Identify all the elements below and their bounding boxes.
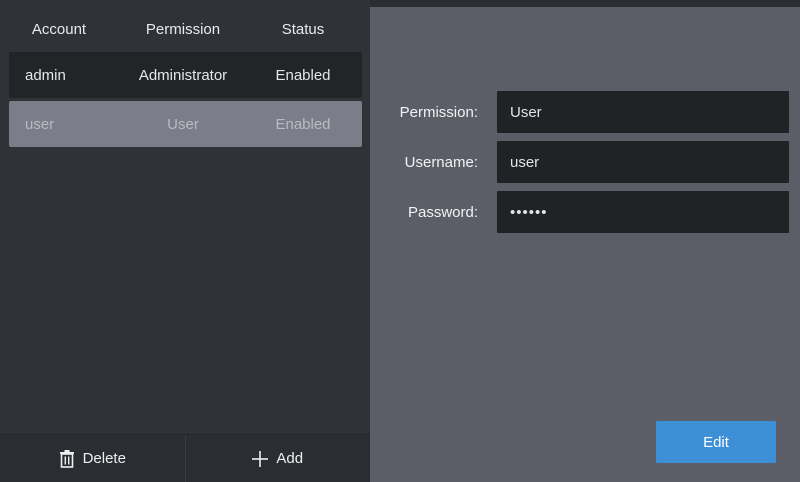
trash-icon <box>59 449 75 468</box>
add-label: Add <box>276 450 304 467</box>
permission-field: Permission: User <box>370 91 790 133</box>
username-input[interactable]: user <box>497 141 789 183</box>
password-field: Password: •••••• <box>370 191 790 233</box>
table-row-user[interactable]: user User Enabled <box>9 101 362 147</box>
header-status: Status <box>281 20 325 38</box>
add-button[interactable]: Add <box>186 435 371 482</box>
header-permission: Permission <box>145 20 221 38</box>
cell-account: user <box>25 115 55 133</box>
delete-label: Delete <box>82 450 126 467</box>
password-label: Password: <box>407 203 478 221</box>
plus-icon <box>252 450 269 467</box>
edit-button[interactable]: Edit <box>656 421 776 463</box>
username-field: Username: user <box>370 141 790 183</box>
permission-label: Permission: <box>399 103 478 121</box>
cell-account: admin <box>25 66 66 84</box>
cell-status: Enabled <box>275 115 331 133</box>
delete-button[interactable]: Delete <box>0 435 186 482</box>
cell-status: Enabled <box>275 66 331 84</box>
list-action-bar: Delete Add <box>0 434 370 482</box>
permission-select[interactable]: User <box>497 91 789 133</box>
account-detail-panel: Permission: User Username: user Password… <box>370 7 800 482</box>
password-input[interactable]: •••••• <box>497 191 789 233</box>
cell-permission: Administrator <box>138 66 228 84</box>
account-list-panel: Account Permission Status admin Administ… <box>0 0 370 482</box>
cell-permission: User <box>167 115 199 133</box>
header-account: Account <box>31 20 87 38</box>
username-label: Username: <box>404 153 478 171</box>
table-row-admin[interactable]: admin Administrator Enabled <box>9 52 362 98</box>
table-header: Account Permission Status <box>0 7 370 51</box>
